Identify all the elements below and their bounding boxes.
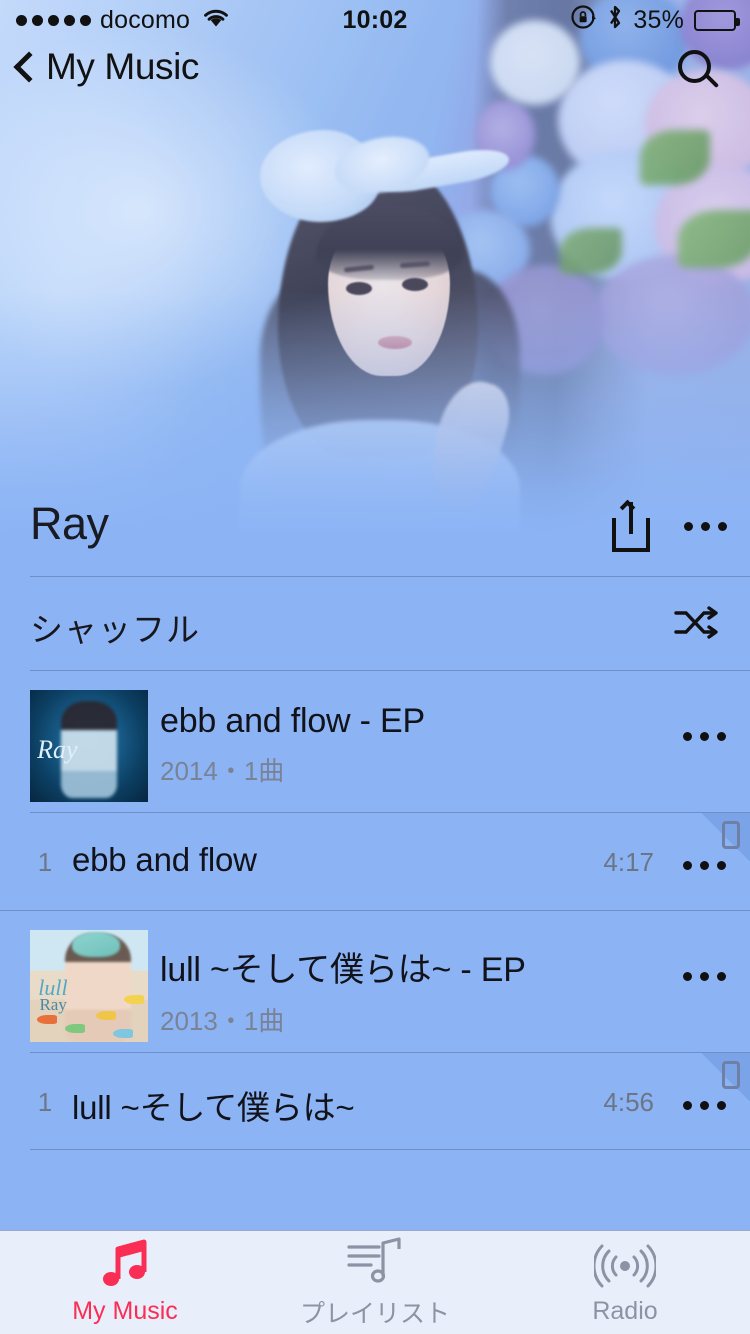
track-row[interactable]: 1 ebb and flow 4:17	[0, 813, 750, 909]
divider-list-end	[30, 1149, 750, 1150]
back-button[interactable]: My Music	[13, 46, 200, 88]
artist-header-row: Ray	[0, 492, 750, 576]
music-note-icon	[94, 1239, 156, 1289]
tab-radio[interactable]: Radio	[500, 1231, 750, 1334]
tab-radio-label: Radio	[592, 1297, 658, 1325]
album-title: ebb and flow - EP	[160, 702, 425, 740]
shuffle-label: シャッフル	[30, 611, 200, 648]
chevron-left-icon	[13, 51, 45, 83]
device-downloaded-icon	[722, 821, 740, 849]
album-title: lull ~そして僕らは~ - EP	[160, 951, 526, 989]
track-more-button[interactable]	[683, 861, 726, 870]
divider-below-shuffle	[30, 670, 750, 671]
artist-more-button[interactable]	[684, 522, 727, 531]
search-button[interactable]	[676, 50, 722, 96]
downloaded-corner-fold	[692, 1053, 750, 1101]
playlist-icon	[345, 1236, 405, 1286]
album-subtitle: 2014・1曲	[160, 756, 285, 786]
status-bar: docomo 10:02 35%	[0, 0, 750, 40]
album-more-button[interactable]	[683, 732, 726, 741]
album-meta: lull ~そして僕らは~ - EP 2013・1曲	[160, 942, 526, 1038]
downloaded-corner-fold	[692, 813, 750, 861]
track-title: ebb and flow	[72, 841, 257, 878]
tab-playlists-label: プレイリスト	[299, 1299, 450, 1328]
navigation-bar: My Music	[0, 42, 750, 104]
album-artwork: Ray	[30, 690, 148, 802]
album-meta: ebb and flow - EP 2014・1曲	[160, 702, 425, 788]
track-more-button[interactable]	[683, 1101, 726, 1110]
album-artwork: lull Ray	[30, 930, 148, 1042]
album-more-button[interactable]	[683, 972, 726, 981]
tab-playlists[interactable]: プレイリスト	[250, 1231, 500, 1334]
album-row[interactable]: Ray ebb and flow - EP 2014・1曲	[0, 680, 750, 802]
music-artist-screen: docomo 10:02 35% My Music Ray シャッフル Ray …	[0, 0, 750, 1334]
track-number: 1	[37, 847, 53, 877]
shuffle-icon	[674, 605, 722, 641]
status-bar-right: 35%	[376, 4, 750, 37]
album-artwork-caption-secondary: Ray	[39, 994, 67, 1014]
tab-my-music[interactable]: My Music	[0, 1231, 250, 1334]
rotation-lock-icon	[571, 4, 597, 37]
album-row[interactable]: lull Ray lull ~そして僕らは~ - EP 2013・1曲	[0, 920, 750, 1042]
bluetooth-icon	[607, 4, 623, 37]
back-button-label: My Music	[46, 46, 200, 87]
album-artwork-caption: Ray	[37, 734, 78, 764]
track-number: 1	[37, 1087, 53, 1117]
battery-icon	[694, 9, 740, 31]
divider-section-1	[0, 910, 750, 911]
tab-my-music-label: My Music	[72, 1297, 178, 1325]
tab-bar: My Music プレイリスト Radio	[0, 1230, 750, 1334]
track-title: lull ~そして僕らは~	[72, 1089, 355, 1126]
album-subtitle: 2013・1曲	[160, 1006, 285, 1036]
artist-name: Ray	[30, 498, 109, 549]
share-button[interactable]	[610, 499, 654, 554]
battery-percent-label: 35%	[633, 5, 684, 34]
shuffle-row[interactable]: シャッフル	[0, 577, 750, 670]
track-row[interactable]: 1 lull ~そして僕らは~ 4:56	[0, 1053, 750, 1149]
track-duration: 4:17	[603, 847, 654, 877]
device-downloaded-icon	[722, 1061, 740, 1089]
radio-waves-icon	[594, 1239, 656, 1289]
track-duration: 4:56	[603, 1087, 654, 1117]
